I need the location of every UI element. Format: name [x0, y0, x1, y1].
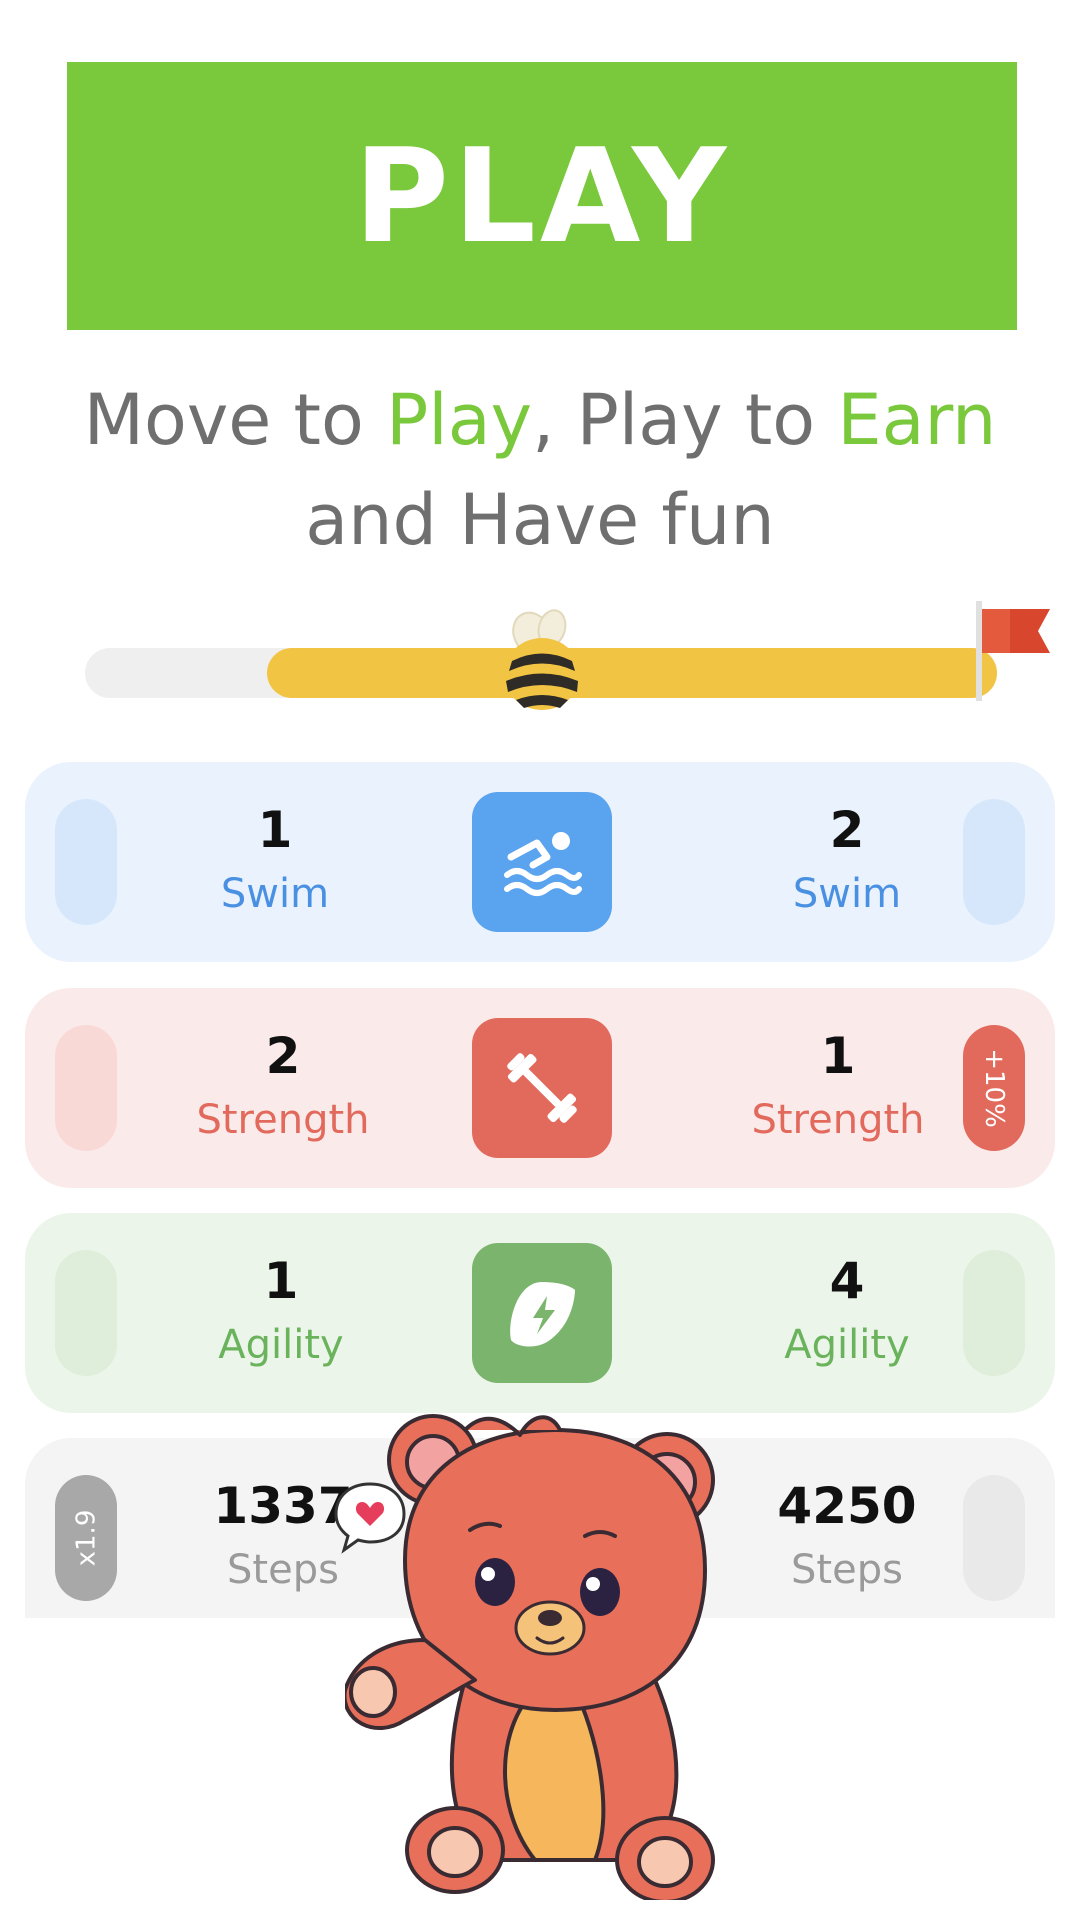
strength-bonus-text: +10% — [979, 1048, 1010, 1128]
strength-badge — [472, 1018, 612, 1158]
play-button[interactable]: PLAY — [67, 62, 1017, 330]
agility-card[interactable]: 1 Agility 4 Agility — [25, 1213, 1055, 1413]
tagline-play-highlight: Play — [386, 379, 533, 461]
strength-left-label: Strength — [196, 1097, 370, 1143]
agility-right-value: 4 — [829, 1252, 865, 1310]
strength-left-value: 2 — [265, 1027, 301, 1085]
tagline: Move to Play, Play to Earn and Have fun — [0, 370, 1080, 570]
swim-right-label: Swim — [792, 871, 902, 917]
tagline-text: , Play to — [532, 379, 838, 461]
agility-left-value: 1 — [263, 1252, 299, 1310]
swim-left-stat: 1 Swim — [125, 798, 425, 926]
finish-flag-icon — [976, 601, 1050, 701]
agility-left-stat: 1 Agility — [131, 1249, 431, 1377]
dumbbell-icon — [507, 1053, 577, 1123]
tagline-earn-highlight: Earn — [837, 379, 997, 461]
tagline-text: Move to — [83, 379, 387, 461]
swim-right-value: 2 — [829, 801, 865, 859]
strength-right-stat: 1 Strength — [688, 1024, 988, 1152]
agility-right-label: Agility — [784, 1322, 910, 1368]
strength-right-value: 1 — [820, 1027, 856, 1085]
steps-multiplier-text: x1.9 — [71, 1509, 101, 1567]
strength-left-stat: 2 Strength — [133, 1024, 433, 1152]
bee-icon — [504, 609, 580, 710]
strength-bonus-pill: +10% — [963, 1025, 1025, 1151]
strength-right-label: Strength — [751, 1097, 925, 1143]
steps-multiplier-pill: x1.9 — [55, 1475, 117, 1601]
leaf-bolt-icon — [510, 1282, 575, 1347]
swim-card[interactable]: 1 Swim 2 Swim — [25, 762, 1055, 962]
strength-bonus-wrap: +10% — [963, 1025, 1025, 1151]
steps-right-pill — [963, 1475, 1025, 1601]
swimmer-icon — [504, 832, 582, 896]
agility-right-stat: 4 Agility — [697, 1249, 997, 1377]
agility-left-label: Agility — [218, 1322, 344, 1368]
tagline-line-1: Move to Play, Play to Earn — [0, 370, 1080, 470]
swim-left-pill — [55, 799, 117, 925]
swim-right-pill — [963, 799, 1025, 925]
swim-left-value: 1 — [257, 801, 293, 859]
steps-multiplier-wrap: x1.9 — [55, 1475, 117, 1601]
agility-left-pill — [55, 1250, 117, 1376]
swim-badge — [472, 792, 612, 932]
level-progress-bar — [85, 596, 1050, 736]
swim-left-label: Swim — [220, 871, 330, 917]
agility-right-pill — [963, 1250, 1025, 1376]
strength-card[interactable]: 2 Strength 1 Strength +10% — [25, 988, 1055, 1188]
tagline-line-2: and Have fun — [305, 479, 775, 561]
bear-mascot-image — [345, 1414, 715, 1900]
agility-badge — [472, 1243, 612, 1383]
progress-fill — [267, 648, 997, 698]
strength-left-pill — [55, 1025, 117, 1151]
swim-right-stat: 2 Swim — [697, 798, 997, 926]
